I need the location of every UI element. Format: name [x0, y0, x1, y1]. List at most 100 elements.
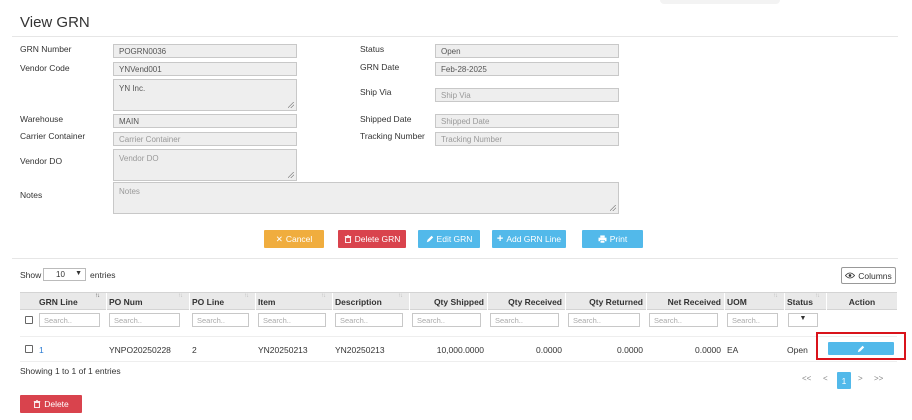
x-icon: ✕	[275, 233, 283, 244]
sort-icon[interactable]: ↑↓	[178, 293, 183, 299]
th-po-line[interactable]: PO Line	[192, 297, 224, 307]
search-input-uom[interactable]: Search..	[727, 313, 778, 327]
eye-icon	[845, 272, 856, 279]
column-divider	[784, 293, 785, 310]
search-input-net-received[interactable]: Search..	[649, 313, 718, 327]
cell-po-num: YNPO20250228	[109, 345, 171, 355]
delete-button-label: Delete	[44, 399, 69, 409]
th-status[interactable]: Status	[787, 297, 813, 307]
column-divider	[487, 293, 488, 310]
status-filter-select[interactable]: ▼	[788, 313, 818, 327]
vendor-do-label: Vendor DO	[20, 156, 63, 166]
columns-button[interactable]: Columns	[841, 267, 896, 284]
search-input-po-num[interactable]: Search..	[109, 313, 180, 327]
title-divider	[12, 36, 898, 37]
search-input-item[interactable]: Search..	[258, 313, 326, 327]
page-size-select[interactable]: 10 ▼	[43, 268, 86, 281]
cell-uom: EA	[727, 345, 739, 355]
cell-qty-received: 0.0000	[536, 345, 562, 355]
warehouse-label: Warehouse	[20, 114, 64, 124]
cell-po-line: 2	[192, 345, 197, 355]
column-divider	[565, 293, 566, 310]
sort-asc-icon[interactable]: ↑↓	[95, 293, 100, 299]
sort-icon[interactable]: ↑↓	[244, 293, 249, 299]
row-checkbox[interactable]	[25, 345, 33, 353]
column-divider	[646, 293, 647, 310]
show-label: Show	[20, 270, 42, 280]
cell-qty-shipped: 10,000.0000	[436, 345, 484, 355]
column-divider	[409, 293, 410, 310]
sort-icon[interactable]: ↑↓	[815, 293, 820, 299]
th-grn-line[interactable]: GRN Line	[39, 297, 78, 307]
column-divider	[106, 293, 107, 310]
chevron-down-icon: ▼	[799, 315, 807, 322]
grn-date-field[interactable]: Feb-28-2025	[435, 62, 619, 76]
grn-number-label: GRN Number	[20, 44, 72, 54]
shipped-date-field[interactable]: Shipped Date	[435, 114, 619, 128]
grn-number-field[interactable]: POGRN0036	[113, 44, 297, 58]
sort-icon[interactable]: ↑↓	[773, 293, 778, 299]
ship-via-label: Ship Via	[360, 87, 392, 97]
th-qty-received[interactable]: Qty Received	[490, 297, 562, 307]
trash-icon	[344, 235, 351, 243]
th-qty-returned[interactable]: Qty Returned	[568, 297, 643, 307]
th-net-received[interactable]: Net Received	[649, 297, 721, 307]
grn-line-link[interactable]: 1	[39, 345, 44, 355]
pencil-icon	[426, 235, 433, 243]
trash-icon	[34, 400, 41, 408]
th-action: Action	[848, 297, 876, 307]
vendor-name-field[interactable]: YN Inc.	[113, 79, 297, 111]
th-qty-shipped[interactable]: Qty Shipped	[412, 297, 484, 307]
column-divider	[189, 293, 190, 310]
ship-via-field[interactable]: Ship Via	[435, 88, 619, 102]
status-field[interactable]: Open	[435, 44, 619, 58]
sort-icon[interactable]: ↑↓	[321, 293, 326, 299]
cell-description: YN20250213	[335, 345, 385, 355]
warehouse-field[interactable]: MAIN	[113, 114, 297, 128]
tracking-number-field[interactable]: Tracking Number	[435, 132, 619, 146]
search-input-qty-returned[interactable]: Search..	[568, 313, 640, 327]
search-input-description[interactable]: Search..	[335, 313, 403, 327]
columns-button-label: Columns	[858, 270, 892, 281]
th-item[interactable]: Item	[258, 297, 275, 307]
pager-current[interactable]: 1	[837, 372, 851, 389]
carrier-container-label: Carrier Container	[20, 131, 86, 141]
pager-next[interactable]: >	[858, 374, 863, 383]
vendor-do-field[interactable]: Vendor DO	[113, 149, 297, 181]
add-grn-line-button[interactable]: + Add GRN Line	[492, 230, 566, 248]
sort-icon[interactable]: ↑↓	[398, 293, 403, 299]
page-size-value: 10	[56, 270, 65, 279]
tracking-number-label: Tracking Number	[360, 131, 425, 141]
showing-entries-text: Showing 1 to 1 of 1 entries	[20, 366, 121, 376]
delete-button[interactable]: Delete	[20, 395, 82, 413]
edit-grn-button[interactable]: Edit GRN	[418, 230, 480, 248]
print-button[interactable]: Print	[582, 230, 643, 248]
th-uom[interactable]: UOM	[727, 297, 747, 307]
search-input-qty-received[interactable]: Search..	[490, 313, 559, 327]
search-row: Search.. Search.. Search.. Search.. Sear…	[20, 310, 897, 332]
entries-label: entries	[90, 270, 116, 280]
table-header: GRN Line ↑↓ PO Num ↑↓ PO Line ↑↓ Item ↑↓…	[20, 292, 897, 310]
search-input-po-line[interactable]: Search..	[192, 313, 249, 327]
shipped-date-label: Shipped Date	[360, 114, 412, 124]
th-po-num[interactable]: PO Num	[109, 297, 143, 307]
vendor-code-field[interactable]: YNVend001	[113, 62, 297, 76]
delete-grn-button[interactable]: Delete GRN	[338, 230, 406, 248]
page-title: View GRN	[20, 14, 90, 31]
search-input-qty-shipped[interactable]: Search..	[412, 313, 481, 327]
pager-first[interactable]: <<	[802, 374, 811, 383]
th-description[interactable]: Description	[335, 297, 382, 307]
column-divider	[826, 293, 827, 310]
notes-field[interactable]: Notes	[113, 182, 619, 214]
cell-qty-returned: 0.0000	[617, 345, 643, 355]
vendor-code-label: Vendor Code	[20, 63, 70, 73]
table-row: 1 YNPO20250228 2 YN20250213 YN20250213 1…	[20, 336, 897, 362]
search-input-grn-line[interactable]: Search..	[39, 313, 100, 327]
carrier-container-field[interactable]: Carrier Container	[113, 132, 297, 146]
cancel-button[interactable]: ✕ Cancel	[264, 230, 324, 248]
pager-last[interactable]: >>	[874, 374, 883, 383]
cell-item: YN20250213	[258, 345, 308, 355]
select-all-checkbox[interactable]	[25, 316, 33, 324]
edit-grn-button-label: Edit GRN	[436, 234, 473, 244]
pager-prev[interactable]: <	[823, 374, 828, 383]
